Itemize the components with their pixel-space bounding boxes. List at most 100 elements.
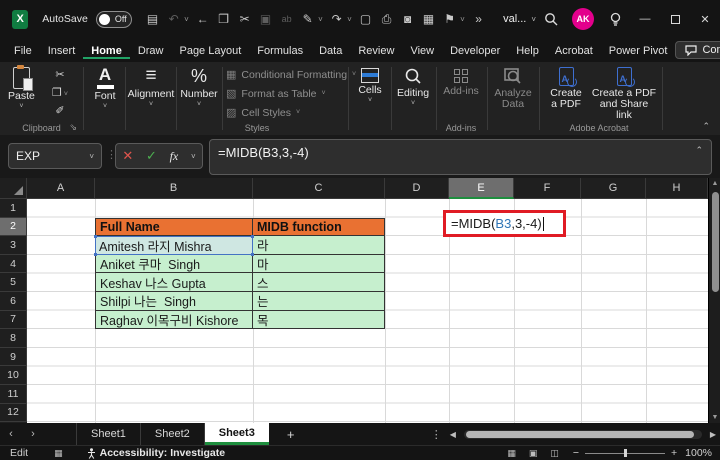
zoom-out-icon[interactable]: − — [573, 447, 579, 459]
insert-function-icon[interactable]: fx — [170, 149, 179, 164]
table-query-icon[interactable]: ▦ — [418, 12, 439, 26]
hscroll-right-icon[interactable]: ▶ — [710, 430, 716, 439]
cell-b5[interactable]: Keshav 나스 Gupta — [95, 273, 253, 292]
macro-record-icon[interactable]: ▦ — [54, 448, 63, 459]
row-header-6[interactable]: 6 — [0, 291, 27, 311]
horizontal-scroll-thumb[interactable] — [465, 430, 694, 438]
sheet-tab-sheet3[interactable]: Sheet3 — [204, 423, 269, 445]
copy-small-icon[interactable]: ❐ ˅ — [52, 86, 68, 99]
row-header-10[interactable]: 10 — [0, 366, 27, 385]
row-header-4[interactable]: 4 — [0, 254, 27, 274]
cells-area[interactable]: Full Name MIDB function 라 Aniket 쿠마 Sing… — [27, 199, 708, 423]
tab-file[interactable]: File — [6, 42, 40, 59]
cells-group-button[interactable]: Cells ˅ — [352, 65, 388, 104]
sheet-options-icon[interactable]: ⋮ — [431, 428, 442, 441]
zoom-slider-thumb[interactable] — [624, 449, 628, 457]
number-group-button[interactable]: % Number ˅ — [178, 65, 220, 108]
paste-button[interactable]: Paste ˅ — [8, 65, 35, 110]
referenced-cell-b3[interactable]: Amitesh 라지 Mishra — [94, 235, 254, 256]
tab-acrobat[interactable]: Acrobat — [547, 42, 601, 59]
document-title[interactable]: val... ˅ — [503, 13, 536, 25]
active-cell-e2-annotation[interactable]: =MIDB(B3,3,-4) — [443, 210, 566, 237]
zoom-slider[interactable] — [585, 449, 665, 457]
row-header-12[interactable]: 12 — [0, 403, 27, 423]
tab-page-layout[interactable]: Page Layout — [171, 42, 249, 59]
format-painter-icon[interactable]: ✐ — [55, 104, 64, 117]
vertical-scroll-thumb[interactable] — [711, 192, 719, 292]
column-header-b[interactable]: B — [95, 178, 253, 199]
column-header-c[interactable]: C — [253, 178, 385, 199]
tab-home[interactable]: Home — [83, 42, 130, 59]
cut-icon[interactable]: ✂ — [234, 12, 255, 26]
horizontal-scrollbar[interactable] — [463, 429, 702, 439]
cell-c3[interactable]: 라 — [253, 236, 385, 255]
cell-b7[interactable]: Raghav 이목구비 Kishore — [95, 310, 253, 330]
page-layout-view-icon[interactable]: ▣ — [529, 448, 538, 459]
editing-group-button[interactable]: Editing ˅ — [393, 65, 433, 107]
select-all-corner[interactable] — [0, 178, 27, 199]
column-header-a[interactable]: A — [27, 178, 95, 199]
account-avatar[interactable]: AK — [572, 8, 594, 30]
normal-view-icon[interactable]: ▦ — [507, 448, 516, 459]
row-header-11[interactable]: 11 — [0, 384, 27, 404]
tab-draw[interactable]: Draw — [130, 42, 172, 59]
qat-overflow-icon[interactable]: » — [468, 12, 489, 26]
scroll-down-icon[interactable]: ▼ — [709, 414, 720, 421]
row-header-2[interactable]: 2 — [0, 217, 27, 237]
redo-icon[interactable]: ↷ — [326, 12, 347, 26]
comments-button[interactable]: Comments — [675, 41, 720, 59]
tab-developer[interactable]: Developer — [442, 42, 508, 59]
formula-bar-collapse-icon[interactable]: ⌃ — [695, 145, 703, 156]
confirm-entry-icon[interactable]: ✓ — [146, 148, 157, 164]
column-header-e[interactable]: E — [449, 178, 514, 199]
maximize-button[interactable] — [660, 4, 690, 34]
page-break-view-icon[interactable]: ◫ — [550, 448, 559, 459]
close-button[interactable]: ✕ — [690, 4, 720, 34]
cut-small-icon[interactable]: ✂ — [55, 68, 64, 81]
camera-icon[interactable]: ◙ — [397, 12, 418, 26]
tab-data[interactable]: Data — [311, 42, 350, 59]
scroll-up-icon[interactable]: ▲ — [709, 180, 720, 187]
column-header-g[interactable]: G — [581, 178, 646, 199]
undo-icon[interactable]: ↶ — [163, 12, 184, 26]
vertical-scrollbar[interactable]: ▲ ▼ — [708, 178, 720, 423]
row-header-3[interactable]: 3 — [0, 236, 27, 255]
row-header-1[interactable]: 1 — [0, 199, 27, 218]
font-group-button[interactable]: A Font ˅ — [88, 65, 122, 110]
row-header-7[interactable]: 7 — [0, 310, 27, 330]
copy-icon[interactable]: ❐ — [213, 12, 234, 26]
flag-icon[interactable]: ⚑ — [439, 12, 460, 26]
cancel-entry-icon[interactable]: ✕ — [122, 148, 133, 164]
hscroll-left-icon[interactable]: ◀ — [450, 430, 456, 439]
cell-c4[interactable]: 마 — [253, 254, 385, 274]
cell-c2[interactable]: MIDB function — [253, 217, 385, 237]
row-header-8[interactable]: 8 — [0, 329, 27, 348]
print-icon[interactable]: ⎙ — [376, 12, 397, 27]
autosave-toggle[interactable]: Off — [95, 10, 133, 28]
sheet-tab-sheet2[interactable]: Sheet2 — [141, 423, 205, 445]
sheet-prev-icon[interactable]: ‹ — [0, 428, 22, 440]
zoom-in-icon[interactable]: + — [671, 447, 677, 459]
column-header-f[interactable]: F — [514, 178, 581, 199]
tab-insert[interactable]: Insert — [40, 42, 84, 59]
clipboard-dialog-launcher-icon[interactable]: ⇘ — [69, 122, 77, 133]
zoom-percentage[interactable]: 100% — [685, 447, 712, 459]
accessibility-status[interactable]: Accessibility: Investigate — [87, 447, 225, 459]
tab-formulas[interactable]: Formulas — [249, 42, 311, 59]
tab-power-pivot[interactable]: Power Pivot — [601, 42, 676, 59]
new-sheet-button[interactable]: + — [287, 427, 295, 442]
cell-c6[interactable]: 는 — [253, 291, 385, 311]
back-icon[interactable]: ← — [192, 12, 213, 26]
cell-c7[interactable]: 목 — [253, 310, 385, 330]
draw-icon[interactable]: ✎ — [297, 12, 318, 26]
tab-view[interactable]: View — [402, 42, 442, 59]
alignment-group-button[interactable]: ≡ Alignment ˅ — [128, 65, 175, 108]
cell-c5[interactable]: 스 — [253, 273, 385, 292]
cell-b2[interactable]: Full Name — [95, 217, 253, 237]
column-header-h[interactable]: H — [646, 178, 708, 199]
name-box[interactable]: EXP ˅ — [8, 143, 102, 169]
sheet-tab-sheet1[interactable]: Sheet1 — [76, 423, 141, 445]
new-file-icon[interactable]: ▢ — [355, 12, 376, 26]
tab-help[interactable]: Help — [508, 42, 547, 59]
tab-review[interactable]: Review — [350, 42, 402, 59]
